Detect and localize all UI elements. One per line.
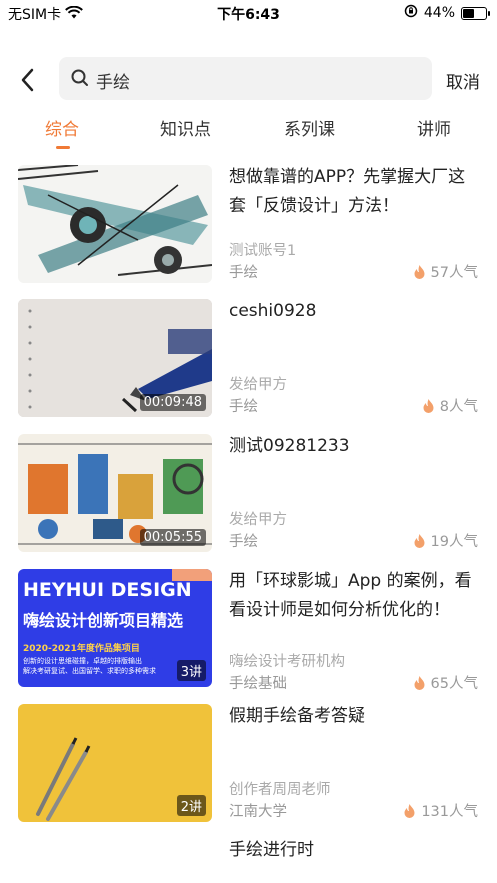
popularity: 57人气 [414,261,478,282]
active-tab-indicator [56,146,70,149]
tab-series-courses[interactable]: 系列课 [284,115,335,140]
item-title: ceshi0928 [229,301,317,321]
item-title: 手绘进行时 [229,840,314,860]
battery-icon [461,6,490,20]
thumbnail [18,165,212,283]
popularity: 65人气 [414,672,478,693]
popularity-count: 57人气 [430,265,478,281]
thumbnail: 00:09:48 [18,299,212,417]
orientation-lock-icon [404,4,418,22]
item-tag: 手绘 [229,399,258,415]
popularity-count: 131人气 [421,804,478,820]
popularity: 19人气 [414,530,478,551]
search-header: 手绘 取消 [0,57,497,101]
duration-badge: 00:05:55 [139,529,206,546]
popularity-count: 19人气 [430,534,478,550]
list-item[interactable]: 00:05:55 测试09281233 发给甲方 手绘 19人气 [0,434,497,569]
duration-badge: 00:09:48 [139,394,206,411]
item-tag: 手绘基础 [229,676,287,692]
item-tag: 手绘 [229,534,258,550]
thumb-year-line: 2020-2021年度作品集项目 [23,644,140,654]
fire-icon [423,398,434,413]
popularity: 8人气 [423,395,478,416]
fire-icon [414,675,425,690]
thumb-desc-2: 解决考研复试、出国留学、求职的多种需求 [23,667,156,675]
battery-percent: 44% [423,5,455,21]
cancel-button[interactable]: 取消 [446,68,480,93]
tab-comprehensive[interactable]: 综合 [45,115,79,140]
fire-icon [414,533,425,548]
thumb-desc-1: 创新的设计思维碰撞，卓越的排版输出 [23,657,142,665]
item-author: 嗨绘设计考研机构 [229,654,345,670]
search-icon [71,69,88,86]
list-item[interactable]: 手绘进行时 [0,838,497,883]
item-author: 测试账号1 [229,243,297,259]
item-title: 测试09281233 [229,436,350,456]
item-title: 想做靠谱的APP？先掌握大厂这套「反馈设计」方法！ [229,167,466,216]
item-author: 创作者周周老师 [229,782,331,798]
fire-icon [414,264,425,279]
search-input[interactable]: 手绘 [59,57,432,100]
back-button[interactable] [14,61,44,97]
item-tag: 手绘 [229,265,258,281]
chevron-left-icon [21,68,34,92]
popularity-count: 65人气 [430,676,478,692]
lesson-count-badge: 3讲 [176,660,206,681]
list-item[interactable]: 想做靠谱的APP？先掌握大厂这套「反馈设计」方法！ 测试账号1 手绘 57人气 [0,165,497,300]
tab-knowledge-points[interactable]: 知识点 [160,115,211,140]
item-tag: 江南大学 [229,804,287,820]
list-item[interactable]: HEYHUI DESIGN 嗨绘设计创新项目精选 2020-2021年度作品集项… [0,569,497,704]
list-item[interactable]: 2讲 假期手绘备考答疑 创作者周周老师 江南大学 131人气 [0,704,497,839]
list-item[interactable]: 00:09:48 ceshi0928 发给甲方 手绘 8人气 [0,299,497,434]
tab-lecturers[interactable]: 讲师 [417,115,451,140]
thumbnail: 2讲 [18,704,212,822]
lesson-count-badge: 2讲 [176,795,206,816]
item-author: 发给甲方 [229,377,287,393]
popularity-count: 8人气 [439,399,478,415]
thumbnail: 00:05:55 [18,434,212,552]
popularity: 131人气 [404,800,478,821]
thumbnail: HEYHUI DESIGN 嗨绘设计创新项目精选 2020-2021年度作品集项… [18,569,212,687]
item-title: 用「环球影城」App 的案例，看看设计师是如何分析优化的！ [229,571,472,620]
thumb-subheading: 嗨绘设计创新项目精选 [23,611,184,630]
search-query-text: 手绘 [96,73,130,93]
status-bar: 无SIM卡 下午6:43 44% [0,0,497,26]
item-title: 假期手绘备考答疑 [229,706,365,726]
thumb-heading: HEYHUI DESIGN [23,579,192,601]
result-tabs: 综合 知识点 系列课 讲师 [0,115,497,155]
item-author: 发给甲方 [229,512,287,528]
fire-icon [404,803,415,818]
